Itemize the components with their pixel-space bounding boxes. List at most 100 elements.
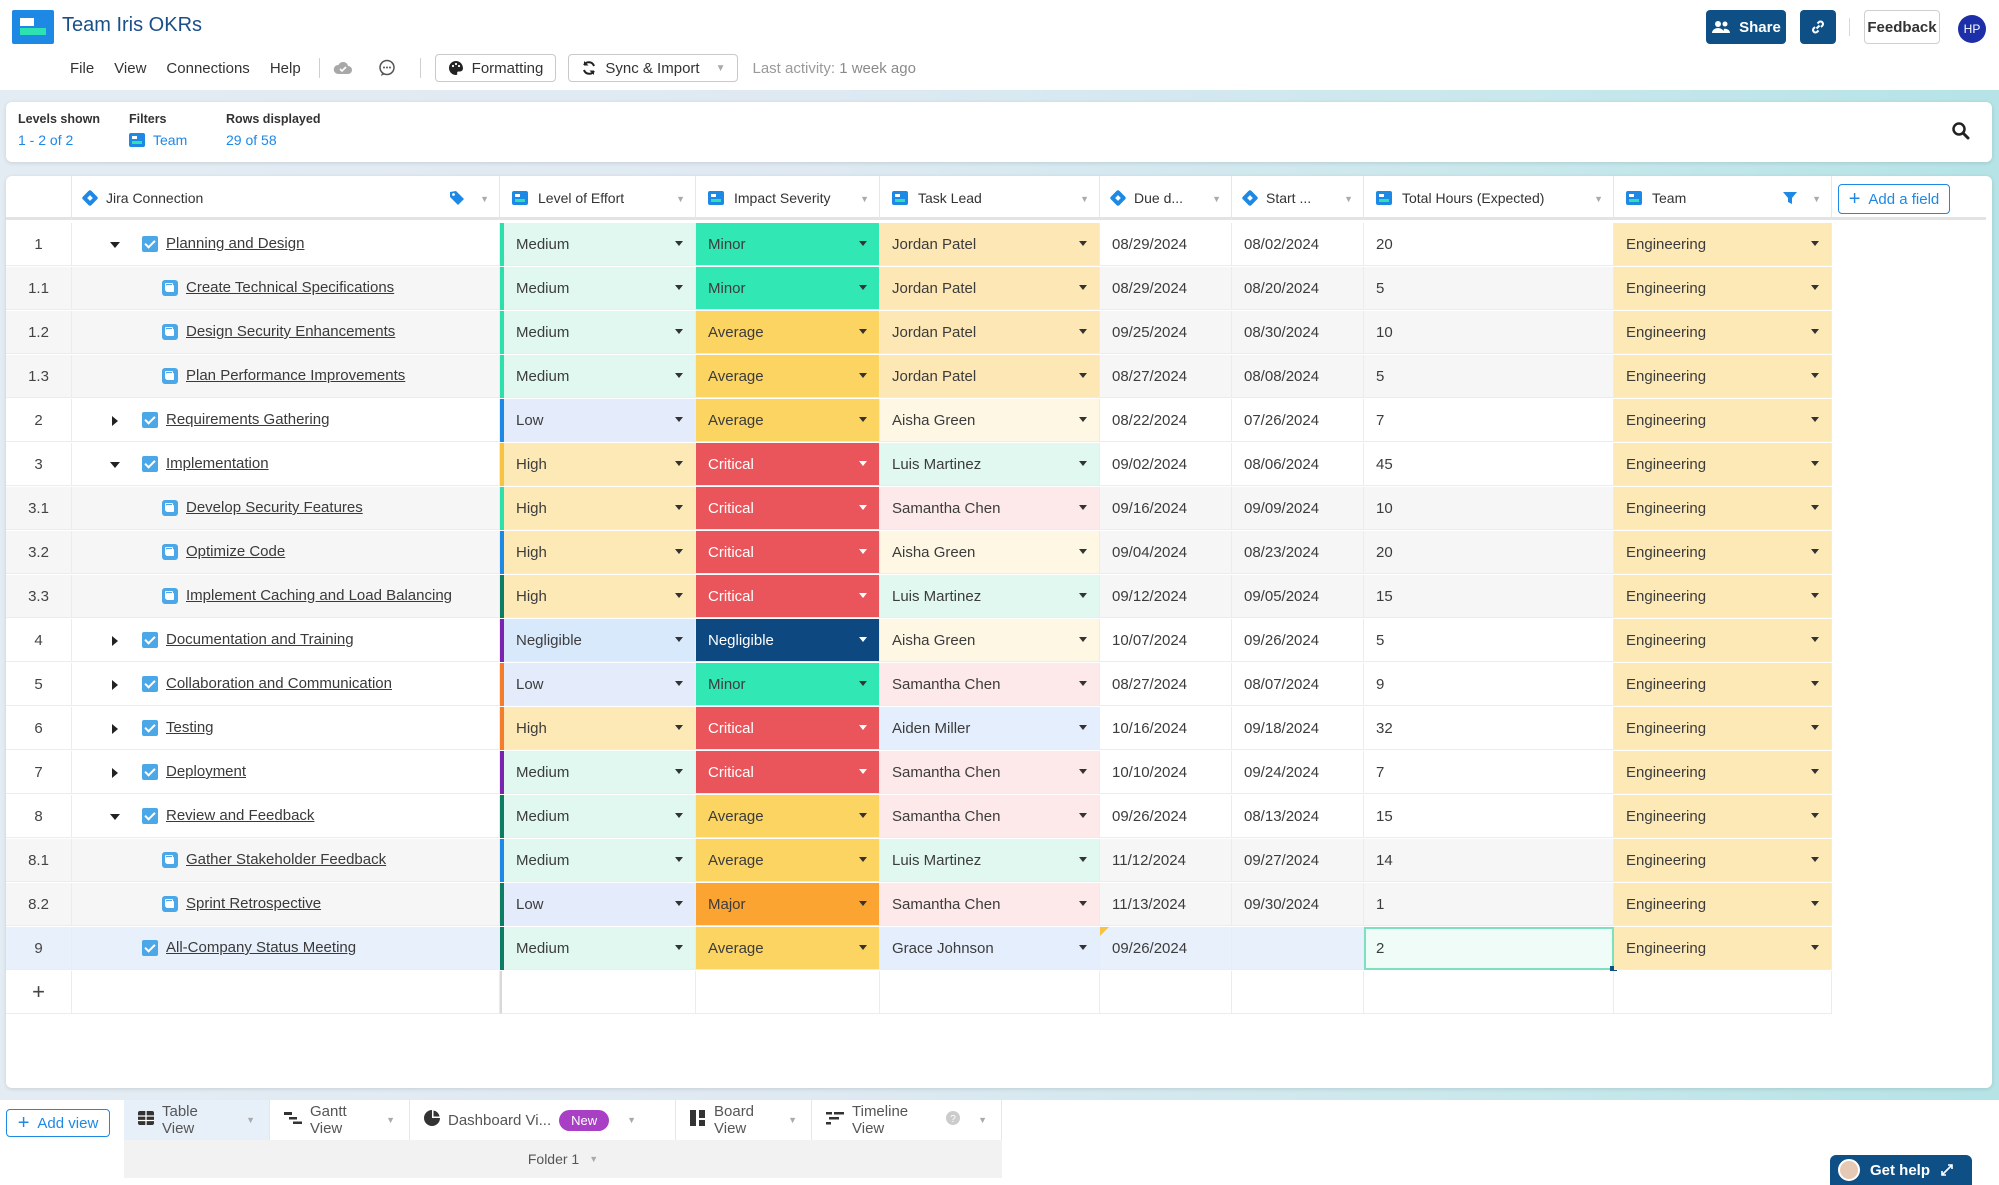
view-tab-table[interactable]: Table View ▼ (124, 1100, 270, 1140)
task-lead-cell[interactable]: Jordan Patel (880, 223, 1100, 266)
dropdown-caret-icon[interactable] (859, 241, 867, 246)
team-cell[interactable]: Engineering (1614, 927, 1832, 970)
dropdown-caret-icon[interactable] (859, 505, 867, 510)
task-lead-cell[interactable]: Samantha Chen (880, 751, 1100, 794)
column-menu-chevron-icon[interactable]: ▼ (480, 194, 489, 204)
total-hours-cell[interactable]: 15 (1364, 795, 1614, 838)
comment-icon[interactable] (372, 56, 402, 80)
column-header-jira[interactable]: Jira Connection ▼ (72, 176, 500, 220)
dropdown-caret-icon[interactable] (1079, 549, 1087, 554)
start-date-cell[interactable]: 08/07/2024 (1232, 663, 1364, 706)
team-cell[interactable]: Engineering (1614, 223, 1832, 266)
start-date-cell[interactable]: 09/05/2024 (1232, 575, 1364, 618)
dropdown-caret-icon[interactable] (1079, 945, 1087, 950)
level-of-effort-cell[interactable]: Medium (500, 839, 696, 882)
cloud-sync-icon[interactable] (328, 56, 358, 80)
due-date-cell[interactable]: 10/16/2024 (1100, 707, 1232, 750)
impact-severity-cell[interactable]: Average (696, 927, 880, 970)
total-hours-cell[interactable]: 5 (1364, 355, 1614, 398)
table-row[interactable]: 2 Requirements Gathering Low Average Aisha G… (6, 399, 1832, 443)
collapse-caret-icon[interactable] (110, 462, 120, 468)
impact-severity-cell[interactable]: Average (696, 795, 880, 838)
start-date-cell[interactable]: 09/30/2024 (1232, 883, 1364, 926)
table-row[interactable]: 4 Documentation and Training Negligible Neg… (6, 619, 1832, 663)
task-link[interactable]: Collaboration and Communication (166, 675, 392, 692)
start-date-cell[interactable]: 08/08/2024 (1232, 355, 1364, 398)
dropdown-caret-icon[interactable] (1811, 637, 1819, 642)
task-link[interactable]: Create Technical Specifications (186, 279, 394, 296)
total-hours-cell[interactable]: 10 (1364, 487, 1614, 530)
due-date-cell[interactable]: 08/27/2024 (1100, 663, 1232, 706)
due-date-cell[interactable]: 09/16/2024 (1100, 487, 1232, 530)
level-of-effort-cell[interactable]: High (500, 487, 696, 530)
table-row[interactable]: 5 Collaboration and Communication Low Minor… (6, 663, 1832, 707)
total-hours-cell[interactable]: 5 (1364, 619, 1614, 662)
dropdown-caret-icon[interactable] (859, 593, 867, 598)
table-row[interactable]: 1.1 Create Technical Specifications Medium… (6, 267, 1832, 311)
total-hours-cell[interactable]: 5 (1364, 267, 1614, 310)
start-date-cell[interactable]: 09/26/2024 (1232, 619, 1364, 662)
dropdown-caret-icon[interactable] (675, 945, 683, 950)
help-icon[interactable]: ? (946, 1111, 961, 1129)
column-header-due[interactable]: Due d... ▼ (1100, 176, 1232, 220)
level-of-effort-cell[interactable]: Low (500, 663, 696, 706)
dropdown-caret-icon[interactable] (1811, 285, 1819, 290)
start-date-cell[interactable]: 08/23/2024 (1232, 531, 1364, 574)
expand-caret-icon[interactable] (112, 636, 118, 646)
impact-severity-cell[interactable]: Average (696, 399, 880, 442)
level-of-effort-cell[interactable]: Low (500, 883, 696, 926)
total-hours-cell[interactable]: 7 (1364, 399, 1614, 442)
impact-severity-cell[interactable]: Critical (696, 751, 880, 794)
dropdown-caret-icon[interactable] (1079, 637, 1087, 642)
start-date-cell[interactable]: 09/27/2024 (1232, 839, 1364, 882)
expand-caret-icon[interactable] (112, 768, 118, 778)
start-date-cell[interactable]: 07/26/2024 (1232, 399, 1364, 442)
dropdown-caret-icon[interactable] (675, 549, 683, 554)
due-date-cell[interactable]: 08/27/2024 (1100, 355, 1232, 398)
total-hours-cell[interactable]: 9 (1364, 663, 1614, 706)
impact-severity-cell[interactable]: Minor (696, 267, 880, 310)
task-cell[interactable]: Planning and Design (72, 223, 500, 266)
task-cell[interactable]: Optimize Code (72, 531, 500, 574)
dropdown-caret-icon[interactable] (1079, 681, 1087, 686)
column-menu-chevron-icon[interactable]: ▼ (1080, 194, 1089, 204)
dropdown-caret-icon[interactable] (675, 725, 683, 730)
checkbox-icon[interactable] (142, 764, 158, 780)
impact-severity-cell[interactable]: Critical (696, 575, 880, 618)
user-avatar[interactable]: HP (1958, 15, 1986, 43)
dropdown-caret-icon[interactable] (1811, 901, 1819, 906)
table-row[interactable]: 8.1 Gather Stakeholder Feedback Medium Aver… (6, 839, 1832, 883)
level-of-effort-cell[interactable]: High (500, 531, 696, 574)
level-of-effort-cell[interactable]: Low (500, 399, 696, 442)
task-cell[interactable]: Sprint Retrospective (72, 883, 500, 926)
impact-severity-cell[interactable]: Critical (696, 487, 880, 530)
chevron-down-icon[interactable]: ▼ (386, 1115, 395, 1125)
dropdown-caret-icon[interactable] (1811, 769, 1819, 774)
level-of-effort-cell[interactable]: Medium (500, 311, 696, 354)
task-link[interactable]: Develop Security Features (186, 499, 363, 516)
team-cell[interactable]: Engineering (1614, 355, 1832, 398)
checkbox-icon[interactable] (142, 456, 158, 472)
task-lead-cell[interactable]: Aisha Green (880, 619, 1100, 662)
total-hours-cell[interactable]: 1 (1364, 883, 1614, 926)
task-cell[interactable]: Plan Performance Improvements (72, 355, 500, 398)
expand-caret-icon[interactable] (112, 416, 118, 426)
impact-severity-cell[interactable]: Minor (696, 223, 880, 266)
impact-severity-cell[interactable]: Critical (696, 531, 880, 574)
rows-displayed[interactable]: Rows displayed 29 of 58 (226, 112, 320, 148)
dropdown-caret-icon[interactable] (859, 637, 867, 642)
impact-severity-cell[interactable]: Minor (696, 663, 880, 706)
impact-severity-cell[interactable]: Average (696, 355, 880, 398)
table-row[interactable]: 3.3 Implement Caching and Load Balancing H… (6, 575, 1832, 619)
dropdown-caret-icon[interactable] (1079, 461, 1087, 466)
checkbox-icon[interactable] (142, 412, 158, 428)
due-date-cell[interactable]: 10/07/2024 (1100, 619, 1232, 662)
task-lead-cell[interactable]: Aisha Green (880, 531, 1100, 574)
checkbox-icon[interactable] (142, 940, 158, 956)
chevron-down-icon[interactable]: ▼ (246, 1115, 255, 1125)
search-icon[interactable] (1950, 120, 1972, 142)
due-date-cell[interactable]: 08/29/2024 (1100, 267, 1232, 310)
task-cell[interactable]: Requirements Gathering (72, 399, 500, 442)
impact-severity-cell[interactable]: Negligible (696, 619, 880, 662)
dropdown-caret-icon[interactable] (859, 945, 867, 950)
